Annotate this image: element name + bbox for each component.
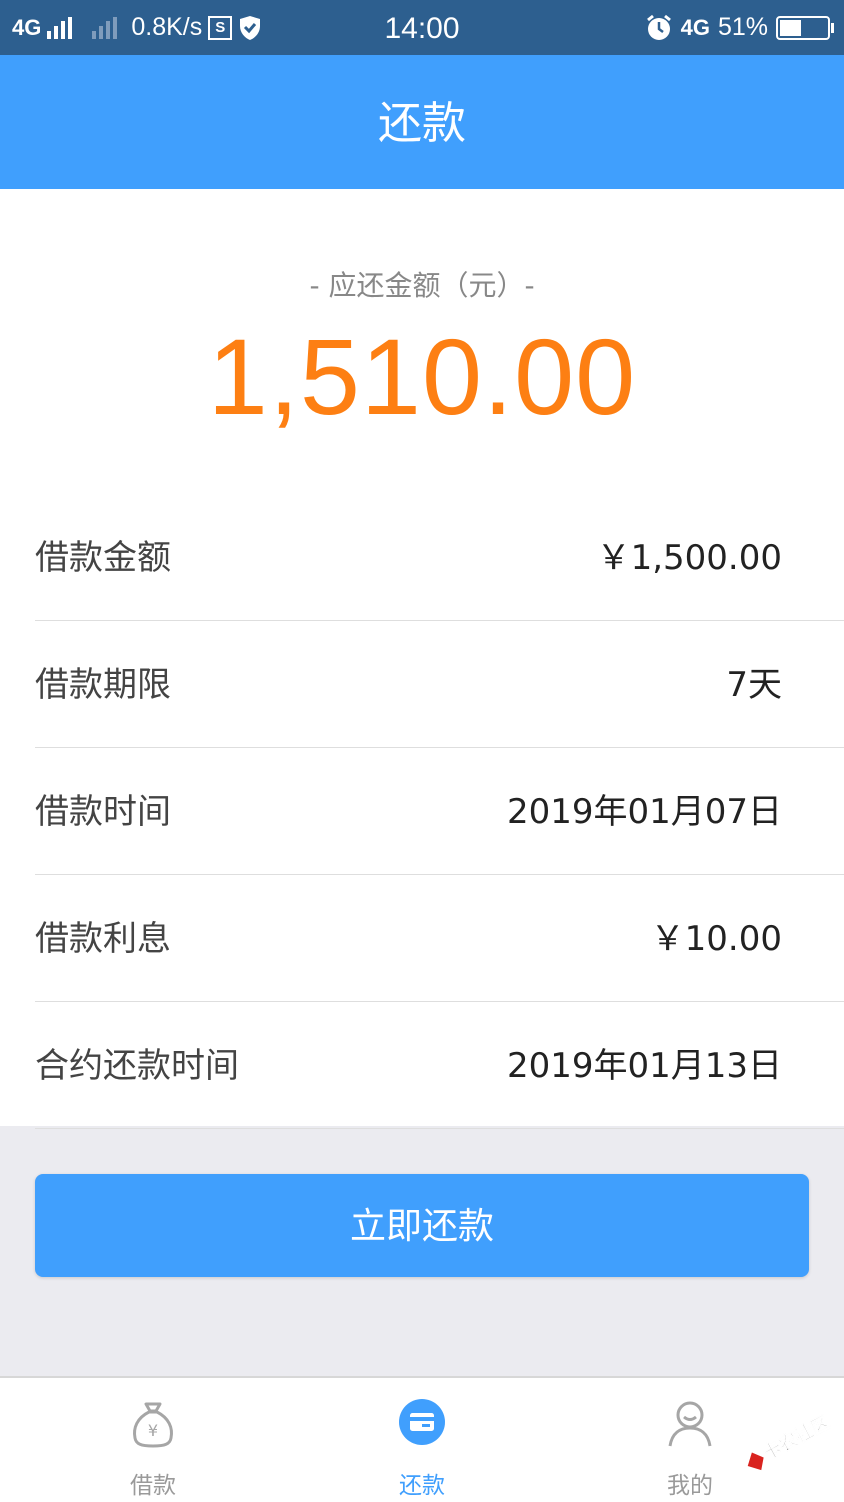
detail-label: 借款金额 — [35, 538, 171, 578]
detail-label: 合约还款时间 — [35, 1046, 239, 1086]
detail-label: 借款时间 — [35, 792, 171, 832]
bottom-tab-bar: ¥ 借款 还款 我的 — [0, 1376, 844, 1502]
repayment-panel: - 应还金额（元）- 1,510.00 借款金额 ￥1,500.00 借款期限 … — [0, 189, 844, 1129]
status-bar: 4G 0.8K/s S 14:00 4G 51% — [0, 0, 844, 55]
detail-row-loan-date: 借款时间 2019年01月07日 — [35, 748, 844, 875]
detail-label: 借款期限 — [35, 665, 171, 705]
amount-caption: - 应还金额（元）- — [309, 269, 535, 302]
amount-due: 1,510.00 — [207, 316, 637, 437]
loan-details: 借款金额 ￥1,500.00 借款期限 7天 借款时间 2019年01月07日 … — [0, 494, 844, 1129]
tab-repay[interactable]: 还款 — [322, 1378, 522, 1502]
svg-text:¥: ¥ — [148, 1421, 158, 1440]
detail-value: 2019年01月13日 — [506, 1046, 782, 1086]
detail-row-loan-amount: 借款金额 ￥1,500.00 — [35, 494, 844, 621]
status-right: 4G 51% — [645, 0, 834, 55]
detail-row-due-date: 合约还款时间 2019年01月13日 — [35, 1002, 844, 1129]
page-title: 还款 — [0, 55, 844, 189]
svg-text:卡农社区: 卡农社区 — [759, 1411, 833, 1464]
detail-value: 2019年01月07日 — [506, 792, 782, 832]
battery-icon — [776, 15, 834, 40]
tab-label: 还款 — [399, 1473, 445, 1499]
detail-value: ￥1,500.00 — [596, 538, 782, 578]
tab-borrow[interactable]: ¥ 借款 — [53, 1378, 253, 1502]
card-icon — [399, 1399, 445, 1445]
network-type-right: 4G — [680, 14, 710, 40]
watermark-logo: 卡农社区 — [747, 1411, 833, 1471]
battery-percent: 51% — [717, 13, 768, 41]
money-bag-icon: ¥ — [133, 1402, 173, 1448]
tab-label: 借款 — [130, 1473, 176, 1499]
detail-label: 借款利息 — [35, 919, 171, 959]
user-icon — [668, 1401, 712, 1447]
detail-value: ￥10.00 — [650, 919, 782, 959]
alarm-icon — [646, 14, 671, 40]
repay-now-button[interactable]: 立即还款 — [35, 1174, 809, 1277]
detail-row-loan-term: 借款期限 7天 — [35, 621, 844, 748]
detail-value: 7天 — [726, 665, 782, 705]
detail-row-interest: 借款利息 ￥10.00 — [35, 875, 844, 1002]
